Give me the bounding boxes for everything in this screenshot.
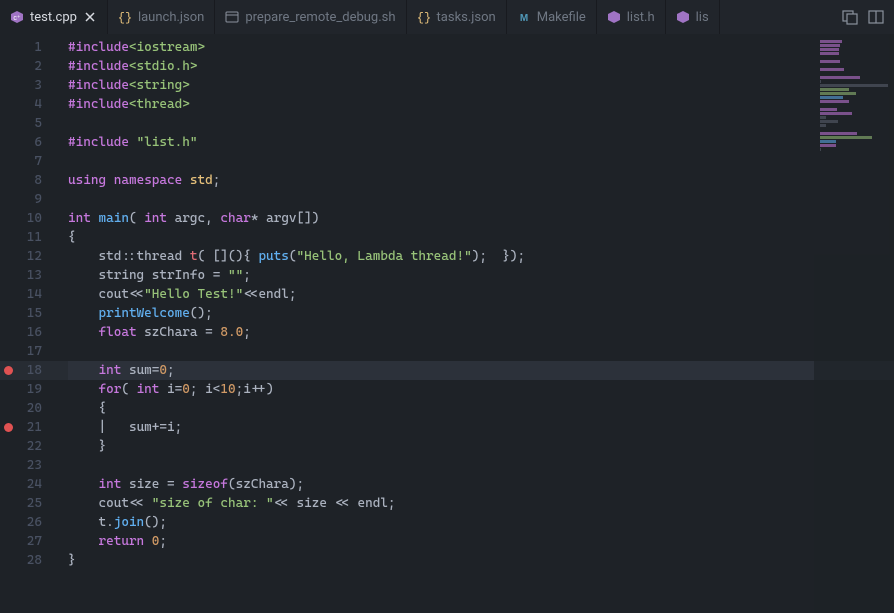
line-number[interactable]: 24 xyxy=(0,475,60,494)
line-number[interactable]: 5 xyxy=(0,114,60,133)
code-line[interactable] xyxy=(68,342,814,361)
line-number[interactable]: 16 xyxy=(0,323,60,342)
line-number[interactable]: 26 xyxy=(0,513,60,532)
code-line[interactable]: #include "list.h" xyxy=(68,133,814,152)
line-number[interactable]: 23 xyxy=(0,456,60,475)
line-number[interactable]: 27 xyxy=(0,532,60,551)
code-line[interactable]: return 0; xyxy=(68,532,814,551)
line-number[interactable]: 4 xyxy=(0,95,60,114)
tab-tasks-json[interactable]: {} tasks.json xyxy=(407,0,507,34)
code-line[interactable] xyxy=(68,152,814,171)
tab-launch-json[interactable]: {} launch.json xyxy=(108,0,215,34)
code-line[interactable]: } xyxy=(68,437,814,456)
editor-tabs: c⁺ test.cpp {} launch.json prepare_remot… xyxy=(0,0,894,34)
code-line[interactable]: int size = sizeof(szChara); xyxy=(68,475,814,494)
tab-label: lis xyxy=(696,10,709,25)
code-line[interactable]: } xyxy=(68,551,814,570)
minimap[interactable] xyxy=(814,34,894,613)
compare-icon[interactable] xyxy=(842,9,858,25)
code-line[interactable] xyxy=(68,456,814,475)
line-number[interactable]: 22 xyxy=(0,437,60,456)
code-line[interactable]: cout<<"Hello Test!"<<endl; xyxy=(68,285,814,304)
line-number[interactable]: 7 xyxy=(0,152,60,171)
tab-test-cpp[interactable]: c⁺ test.cpp xyxy=(0,0,108,34)
makefile-icon: M xyxy=(517,10,531,24)
code-line[interactable]: { xyxy=(68,228,814,247)
cpp-icon xyxy=(676,10,690,24)
json-icon: {} xyxy=(118,10,132,24)
split-editor-icon[interactable] xyxy=(868,9,884,25)
svg-text:M: M xyxy=(520,13,528,24)
line-number[interactable]: 6 xyxy=(0,133,60,152)
tab-list-h[interactable]: list.h xyxy=(597,0,666,34)
svg-text:{}: {} xyxy=(417,11,431,24)
code-line[interactable]: int sum=0; xyxy=(68,361,814,380)
code-line[interactable]: t.join(); xyxy=(68,513,814,532)
code-line[interactable] xyxy=(68,114,814,133)
line-number[interactable]: 12 xyxy=(0,247,60,266)
code-line[interactable]: std::thread t( [](){ puts("Hello, Lambda… xyxy=(68,247,814,266)
sh-icon xyxy=(225,10,239,24)
cpp-icon xyxy=(607,10,621,24)
line-number[interactable]: 11 xyxy=(0,228,60,247)
tab-label: tasks.json xyxy=(437,10,496,25)
code-line[interactable]: #include<stdio.h> xyxy=(68,57,814,76)
tab-label: prepare_remote_debug.sh xyxy=(245,10,395,25)
code-line[interactable]: #include<iostream> xyxy=(68,38,814,57)
line-number[interactable]: 18 xyxy=(0,361,60,380)
line-number[interactable]: 9 xyxy=(0,190,60,209)
svg-text:c⁺: c⁺ xyxy=(13,15,21,22)
tab-makefile[interactable]: M Makefile xyxy=(507,0,597,34)
line-number[interactable]: 19 xyxy=(0,380,60,399)
line-number[interactable]: 17 xyxy=(0,342,60,361)
code-line[interactable]: string strInfo = ""; xyxy=(68,266,814,285)
code-line[interactable]: int main( int argc, char* argv[]) xyxy=(68,209,814,228)
tab-label: list.h xyxy=(627,10,655,25)
tab-label: Makefile xyxy=(537,10,586,25)
line-number[interactable]: 20 xyxy=(0,399,60,418)
code-line[interactable]: #include<string> xyxy=(68,76,814,95)
code-line[interactable]: { xyxy=(68,399,814,418)
line-number[interactable]: 15 xyxy=(0,304,60,323)
code-line[interactable] xyxy=(68,190,814,209)
editor-area: 1234567891011121314151617181920212223242… xyxy=(0,34,894,613)
tab-label: test.cpp xyxy=(30,10,77,25)
line-number[interactable]: 14 xyxy=(0,285,60,304)
titlebar-actions xyxy=(832,0,894,34)
tab-label: launch.json xyxy=(138,10,204,25)
code-line[interactable]: using namespace std; xyxy=(68,171,814,190)
line-number[interactable]: 28 xyxy=(0,551,60,570)
line-number[interactable]: 2 xyxy=(0,57,60,76)
tab-overflow[interactable]: lis xyxy=(666,0,720,34)
close-icon[interactable] xyxy=(83,10,97,24)
code-line[interactable]: | sum+=i; xyxy=(68,418,814,437)
svg-text:{}: {} xyxy=(118,11,132,24)
code-line[interactable]: float szChara = 8.0; xyxy=(68,323,814,342)
line-number[interactable]: 1 xyxy=(0,38,60,57)
code-line[interactable]: #include<thread> xyxy=(68,95,814,114)
code-line[interactable]: printWelcome(); xyxy=(68,304,814,323)
tab-prepare-remote-debug-sh[interactable]: prepare_remote_debug.sh xyxy=(215,0,406,34)
line-number[interactable]: 21 xyxy=(0,418,60,437)
line-number-gutter[interactable]: 1234567891011121314151617181920212223242… xyxy=(0,34,60,613)
line-number[interactable]: 13 xyxy=(0,266,60,285)
code-editor[interactable]: #include<iostream>#include<stdio.h>#incl… xyxy=(60,34,814,613)
line-number[interactable]: 8 xyxy=(0,171,60,190)
line-number[interactable]: 3 xyxy=(0,76,60,95)
line-number[interactable]: 25 xyxy=(0,494,60,513)
line-number[interactable]: 10 xyxy=(0,209,60,228)
code-line[interactable]: cout<< "size of char: "<< size << endl; xyxy=(68,494,814,513)
cpp-icon: c⁺ xyxy=(10,10,24,24)
code-line[interactable]: for( int i=0; i<10;i++) xyxy=(68,380,814,399)
json-icon: {} xyxy=(417,10,431,24)
